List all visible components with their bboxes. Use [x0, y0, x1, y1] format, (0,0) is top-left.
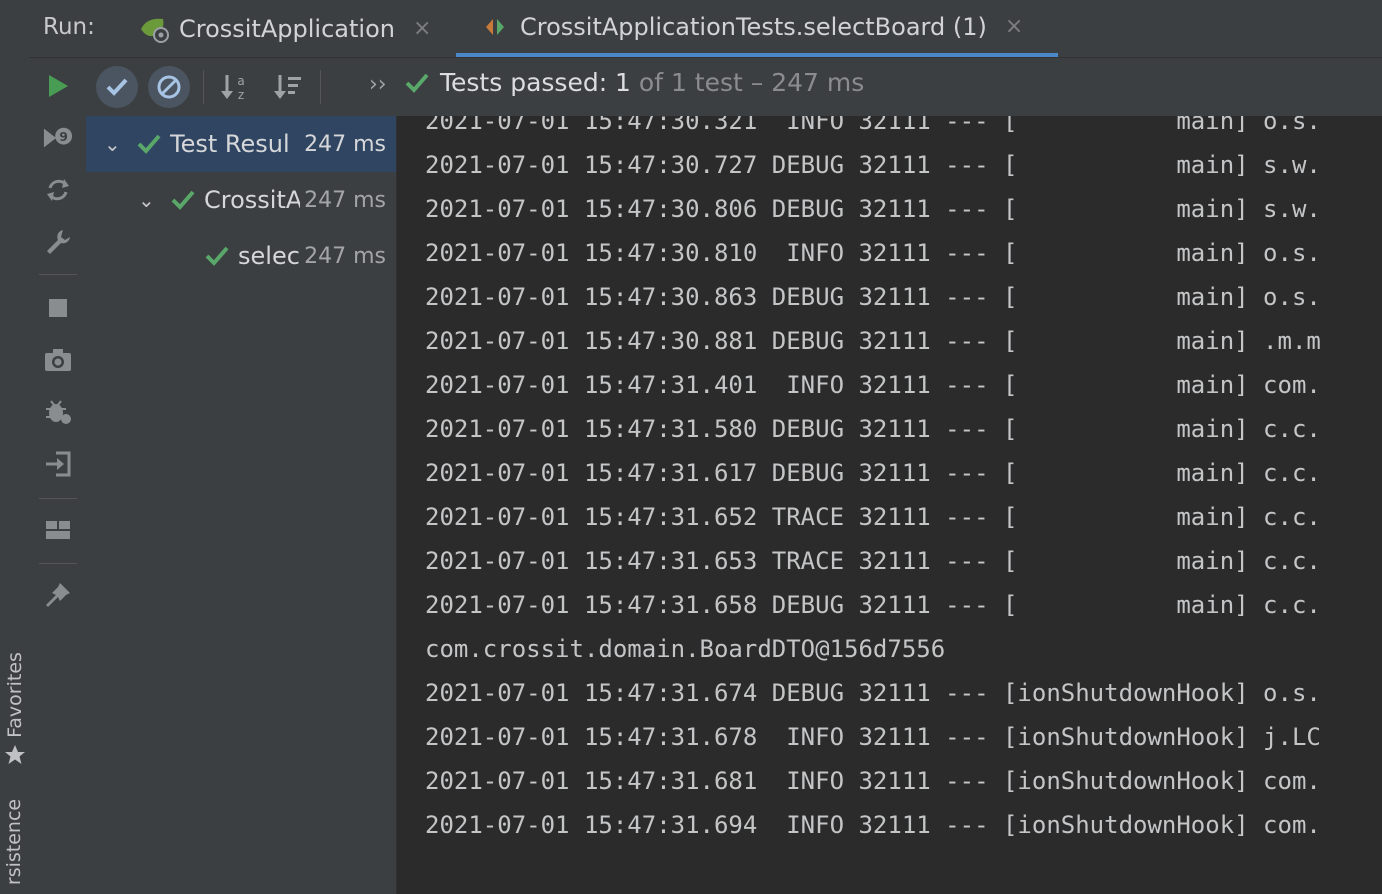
sort-by-duration-button[interactable] — [267, 66, 309, 108]
persistence-tab[interactable]: rsistence — [0, 790, 29, 894]
sort-alphabetically-button[interactable]: a z — [214, 66, 256, 108]
console-line: com.crossit.domain.BoardDTO@156d7556 — [425, 635, 946, 663]
tab-selectboard-tests-label: CrossitApplicationTests.selectBoard (1) — [520, 12, 987, 41]
layout-icon[interactable] — [43, 515, 73, 545]
pin-icon[interactable] — [43, 580, 73, 610]
wrench-icon[interactable] — [43, 227, 73, 257]
svg-text:a: a — [237, 74, 244, 88]
console-line: 2021-07-01 15:47:31.678 INFO 32111 --- [… — [425, 723, 1321, 751]
spring-boot-icon — [139, 15, 171, 43]
separator — [320, 70, 321, 104]
star-icon — [0, 742, 29, 768]
check-icon — [405, 73, 429, 93]
console-output[interactable]: 2021-07-01 15:47:30.321 INFO 32111 --- [… — [397, 116, 1382, 894]
left-tool-strip: Favorites rsistence — [0, 0, 30, 894]
console-line: 2021-07-01 15:47:30.321 INFO 32111 --- [… — [425, 116, 1321, 135]
check-icon — [171, 190, 195, 210]
tree-node-crossit-tests[interactable]: ⌄ CrossitA 247 ms — [86, 172, 396, 228]
tree-node-test-results[interactable]: ⌄ Test Resul 247 ms — [86, 116, 396, 172]
status-passed-count: Tests passed: 1 — [440, 68, 631, 97]
console-line: 2021-07-01 15:47:30.863 DEBUG 32111 --- … — [425, 283, 1321, 311]
chevron-down-icon[interactable]: ⌄ — [104, 132, 124, 156]
run-tool-column: 9 — [29, 58, 87, 894]
debug-bug-icon[interactable] — [43, 397, 73, 427]
console-line: 2021-07-01 15:47:31.681 INFO 32111 --- [… — [425, 767, 1321, 795]
tree-node-selectboard[interactable]: selec 247 ms — [86, 228, 396, 284]
tree-node-label: Test Resul — [170, 130, 290, 158]
separator — [203, 70, 204, 104]
console-line: 2021-07-01 15:47:30.881 DEBUG 32111 --- … — [425, 327, 1321, 355]
test-status: Tests passed: 1 of 1 test – 247 ms — [404, 68, 864, 97]
test-results-tree: ⌄ Test Resul 247 ms ⌄ CrossitA 247 ms se… — [86, 116, 397, 894]
tree-node-duration: 247 ms — [304, 187, 386, 213]
tab-selectboard-tests[interactable]: CrossitApplicationTests.selectBoard (1) … — [456, 0, 1058, 57]
chevron-down-icon[interactable]: ⌄ — [138, 188, 158, 212]
console-line: 2021-07-01 15:47:31.674 DEBUG 32111 --- … — [425, 679, 1321, 707]
test-tab-icon — [484, 16, 506, 38]
stop-icon[interactable] — [43, 293, 73, 323]
tab-crossit-application-label: CrossitApplication — [179, 14, 395, 43]
show-ignored-button[interactable] — [148, 66, 190, 108]
console-line: 2021-07-01 15:47:30.806 DEBUG 32111 --- … — [425, 195, 1321, 223]
camera-icon[interactable] — [43, 345, 73, 375]
toggle-auto-test-icon[interactable] — [43, 175, 73, 205]
more-actions-icon[interactable]: ›› — [369, 72, 387, 97]
console-line: 2021-07-01 15:47:30.727 DEBUG 32111 --- … — [425, 151, 1321, 179]
svg-text:z: z — [238, 88, 244, 102]
run-label: Run: — [43, 14, 95, 40]
check-icon — [137, 134, 161, 154]
run-tab-bar: Run: CrossitApplication × CrossitApplica… — [29, 0, 1382, 58]
sort-alpha-icon: a z — [221, 74, 245, 102]
console-line: 2021-07-01 15:47:31.580 DEBUG 32111 --- … — [425, 415, 1321, 443]
persistence-tab-label: rsistence — [3, 798, 26, 886]
tree-node-label: selec — [238, 242, 300, 270]
rerun-failed-icon[interactable]: 9 — [43, 123, 73, 153]
import-tests-icon[interactable] — [43, 449, 73, 479]
show-passed-button[interactable] — [96, 66, 138, 108]
console-line: 2021-07-01 15:47:31.694 INFO 32111 --- [… — [425, 811, 1321, 839]
status-summary: of 1 test – 247 ms — [630, 68, 865, 97]
tree-node-duration: 247 ms — [304, 131, 386, 157]
console-line: 2021-07-01 15:47:31.401 INFO 32111 --- [… — [425, 371, 1321, 399]
console-line: 2021-07-01 15:47:31.617 DEBUG 32111 --- … — [425, 459, 1321, 487]
rerun-play-icon[interactable] — [43, 71, 73, 101]
check-icon — [205, 246, 229, 266]
favorites-tab-label: Favorites — [3, 652, 26, 738]
tree-node-label: CrossitA — [204, 186, 300, 214]
test-toolbar: a z ›› Tests passed: 1 of 1 test – 247 m… — [86, 58, 1382, 116]
separator — [39, 498, 77, 499]
svg-text:9: 9 — [59, 130, 67, 144]
tab-crossit-application[interactable]: CrossitApplication × — [139, 0, 431, 57]
close-icon[interactable]: × — [1005, 14, 1023, 39]
tree-node-duration: 247 ms — [304, 243, 386, 269]
console-line: 2021-07-01 15:47:31.653 TRACE 32111 --- … — [425, 547, 1321, 575]
sort-duration-icon — [274, 75, 301, 99]
separator — [39, 563, 77, 564]
check-icon — [106, 78, 128, 96]
ignored-icon — [157, 75, 181, 99]
console-line: 2021-07-01 15:47:31.652 TRACE 32111 --- … — [425, 503, 1321, 531]
close-icon[interactable]: × — [413, 16, 431, 41]
console-line: 2021-07-01 15:47:30.810 INFO 32111 --- [… — [425, 239, 1321, 267]
console-line: 2021-07-01 15:47:31.658 DEBUG 32111 --- … — [425, 591, 1321, 619]
separator — [39, 274, 77, 275]
